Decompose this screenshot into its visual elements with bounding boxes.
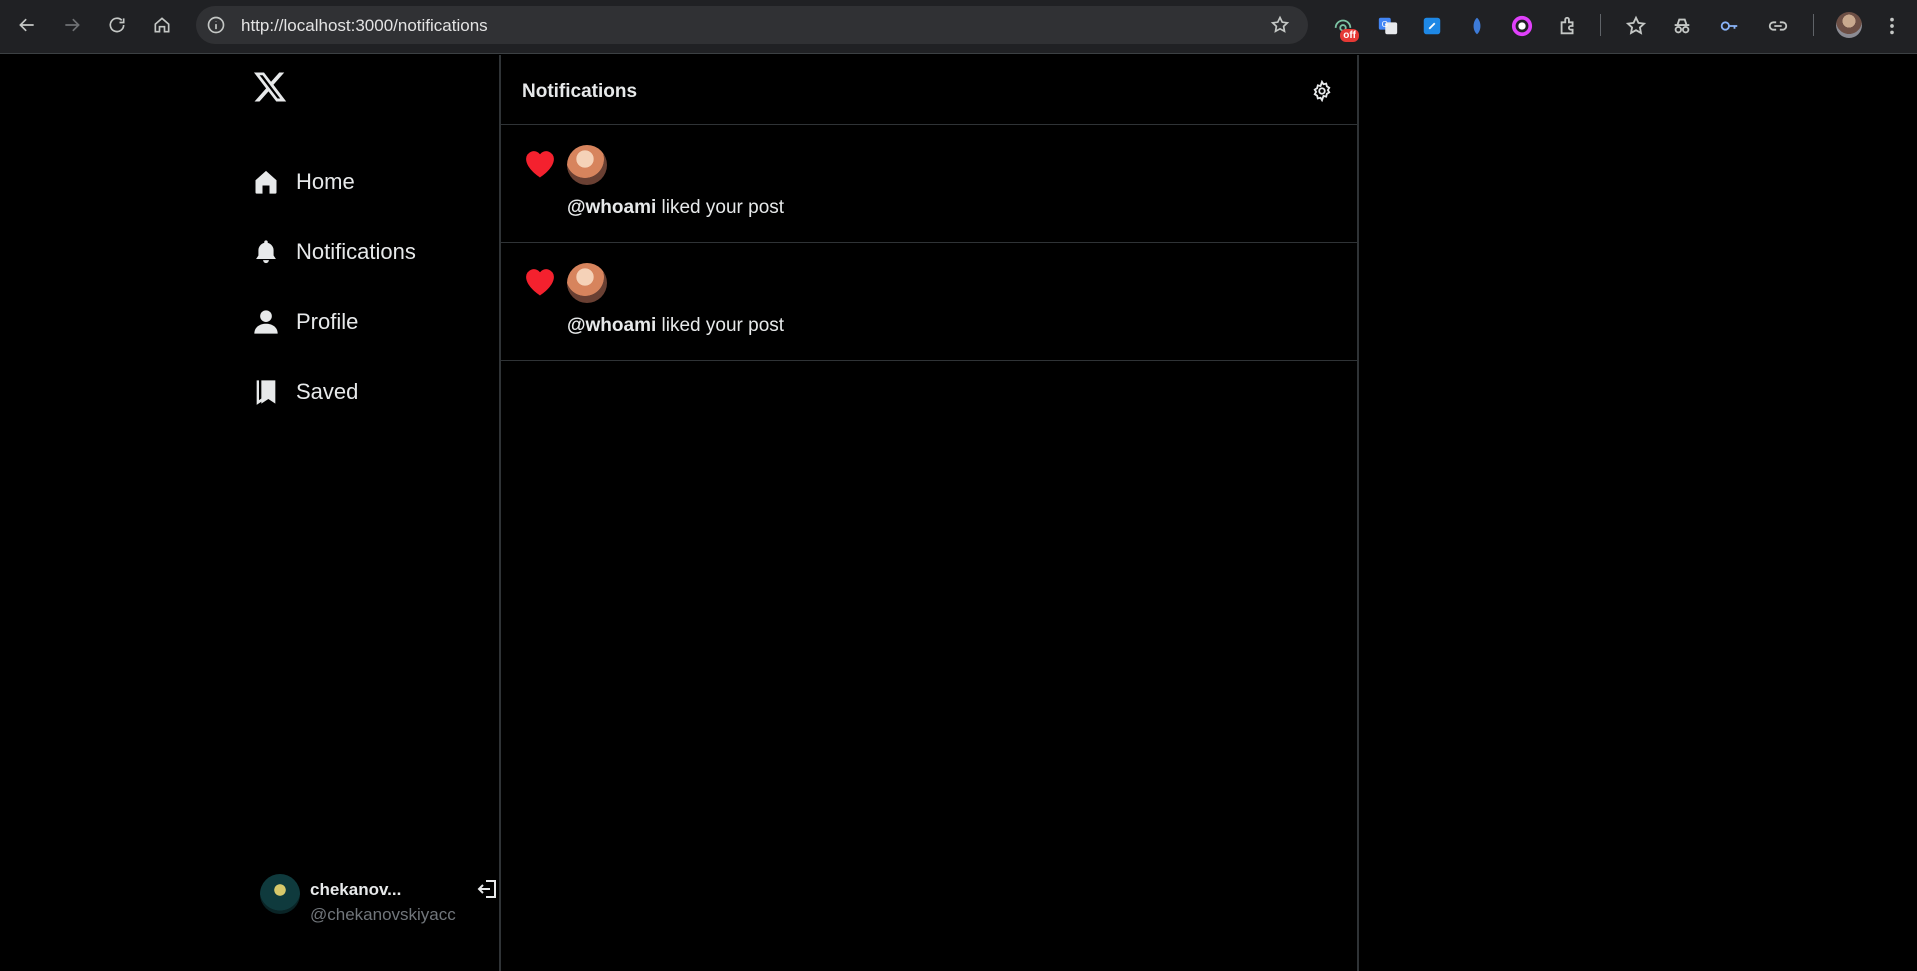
- notification-user[interactable]: @whoami: [567, 315, 656, 336]
- extensions-puzzle-icon[interactable]: [1556, 14, 1580, 38]
- home-button[interactable]: [147, 10, 177, 40]
- account-avatar: [260, 874, 300, 914]
- account-name: chekanov...: [310, 880, 402, 899]
- back-button[interactable]: [12, 10, 42, 40]
- notification-user[interactable]: @whoami: [567, 197, 656, 218]
- svg-text:G: G: [1382, 20, 1388, 29]
- account-switcher[interactable]: chekanov... @chekanovskiyacc: [260, 864, 496, 924]
- notifications-column: Notifications @whoami liked your post @w…: [499, 55, 1359, 971]
- bookmark-star-icon[interactable]: [1270, 15, 1290, 35]
- toolbar-divider: [1813, 14, 1814, 36]
- browser-menu-icon[interactable]: [1880, 14, 1904, 38]
- address-bar[interactable]: http://localhost:3000/notifications: [196, 6, 1308, 44]
- forward-button[interactable]: [57, 10, 87, 40]
- heart-icon: [526, 151, 554, 178]
- sidebar-item-label: Profile: [296, 309, 359, 334]
- notification-action: liked your post: [656, 315, 785, 336]
- browser-toolbar: http://localhost:3000/notifications off …: [0, 0, 1917, 54]
- person-icon: [254, 310, 278, 334]
- translate-extension-icon[interactable]: G: [1376, 14, 1400, 38]
- incognito-icon[interactable]: [1670, 14, 1694, 38]
- browser-profile-avatar[interactable]: [1836, 12, 1862, 38]
- bookmarks-star-icon[interactable]: [1624, 14, 1648, 38]
- account-handle: @chekanovskiyacc: [310, 905, 456, 924]
- home-icon: [255, 170, 277, 194]
- sidebar-item-label: Notifications: [296, 239, 416, 264]
- sidebar: Home Notifications Profile Saved chekano…: [240, 55, 499, 971]
- sidebar-item-profile[interactable]: Profile: [252, 302, 358, 342]
- user-avatar[interactable]: [567, 263, 607, 303]
- url-text[interactable]: http://localhost:3000/notifications: [241, 16, 488, 36]
- toolbar-divider: [1600, 14, 1601, 36]
- color-picker-extension-icon[interactable]: [1510, 14, 1534, 38]
- sidebar-item-label: Home: [296, 169, 355, 194]
- sidebar-item-home[interactable]: Home: [252, 162, 355, 202]
- sidebar-item-label: Saved: [296, 379, 359, 404]
- notification-item[interactable]: @whoami liked your post: [501, 125, 1357, 243]
- heart-icon: [526, 269, 554, 296]
- reload-button[interactable]: [102, 10, 132, 40]
- page-title: Notifications: [522, 81, 638, 102]
- notification-text: @whoami liked your post: [567, 315, 784, 337]
- notification-item[interactable]: @whoami liked your post: [501, 243, 1357, 361]
- x-logo-icon[interactable]: [252, 69, 288, 105]
- site-info-icon[interactable]: [206, 15, 226, 35]
- share-link-icon[interactable]: [1766, 14, 1790, 38]
- user-avatar[interactable]: [567, 145, 607, 185]
- link-extension-icon[interactable]: [1420, 14, 1444, 38]
- gear-icon[interactable]: [1311, 79, 1333, 103]
- notification-action: liked your post: [656, 197, 785, 218]
- bookmark-icon: [256, 380, 276, 405]
- password-key-icon[interactable]: [1717, 14, 1741, 38]
- notifications-header: Notifications: [501, 55, 1357, 125]
- logout-icon[interactable]: [476, 877, 500, 901]
- extension-off-badge: off: [1340, 29, 1359, 42]
- extension-off-icon[interactable]: off: [1331, 14, 1359, 42]
- sidebar-item-notifications[interactable]: Notifications: [252, 232, 416, 272]
- bell-icon: [256, 240, 276, 264]
- sidebar-item-saved[interactable]: Saved: [252, 372, 358, 412]
- notification-text: @whoami liked your post: [567, 197, 784, 219]
- leaf-extension-icon[interactable]: [1465, 14, 1489, 38]
